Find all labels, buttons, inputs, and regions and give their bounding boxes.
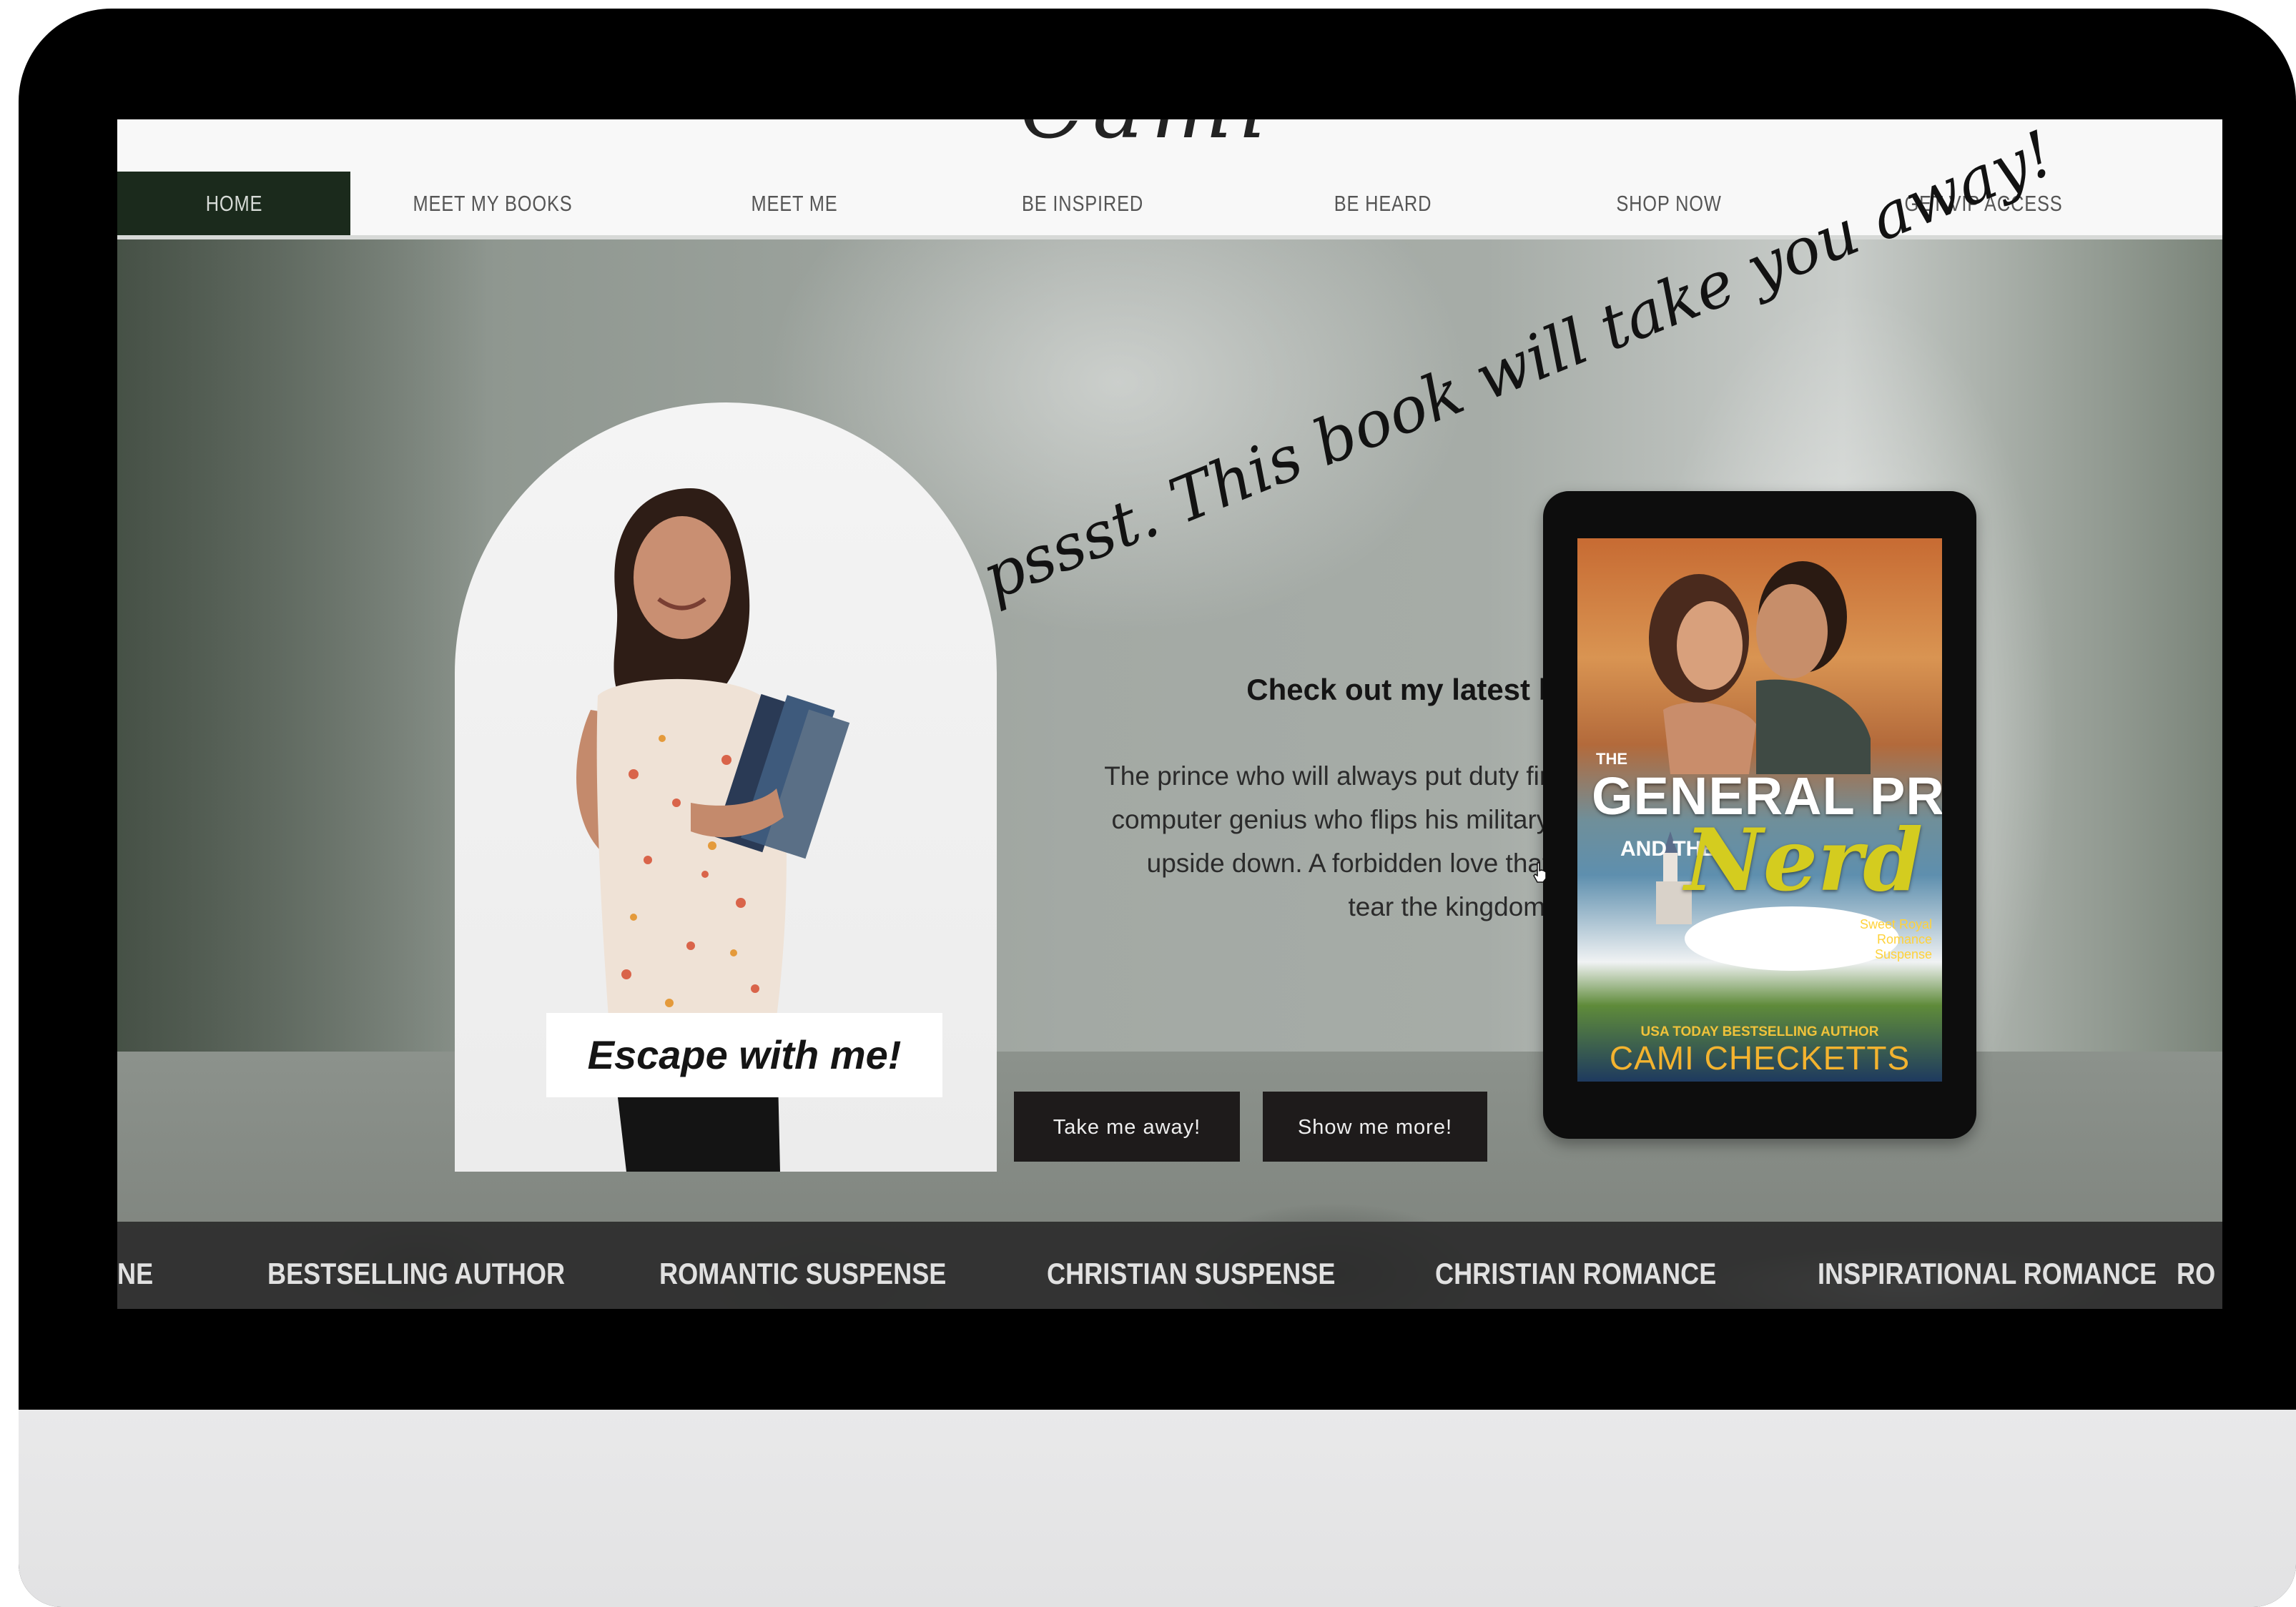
genre-item: NE — [117, 1257, 154, 1290]
hand-cursor-icon — [1533, 862, 1547, 883]
genre-item: BESTSELLING AUTHOR — [267, 1257, 566, 1290]
tablet-mockup: THE GENERAL PRINCE AND THE Nerd Sweet Ro… — [1543, 491, 1976, 1139]
genre-item: CHRISTIAN ROMANCE — [1435, 1257, 1717, 1290]
cover-author-name: CAMI CHECKETTS — [1609, 1039, 1911, 1077]
cover-title-line2: Nerd — [1685, 810, 1923, 911]
nav-item-meet-me[interactable]: MEET ME — [733, 172, 856, 235]
book-cover[interactable]: THE GENERAL PRINCE AND THE Nerd Sweet Ro… — [1577, 538, 1942, 1082]
cover-tagline: USA TODAY BESTSELLING AUTHOR — [1640, 1024, 1879, 1039]
book-blurb: The prince who will always put duty firs… — [1104, 761, 1620, 921]
genre-item: RO — [2177, 1257, 2216, 1290]
genre-ticker-band: NE BESTSELLING AUTHOR ROMANTIC SUSPENSE … — [117, 1222, 2222, 1309]
genre-item: INSPIRATIONAL ROMANCE — [1818, 1257, 2157, 1290]
nav-item-shop-now[interactable]: SHOP NOW — [1605, 172, 1733, 235]
website-screen: Cami Checketts HOME MEET MY BOOKS MEET M… — [117, 119, 2222, 1309]
cover-series-name: Sweet Royal Romance Suspense — [1859, 917, 1932, 961]
show-me-more-button[interactable]: Show me more! — [1263, 1092, 1487, 1162]
monitor-frame: Cami Checketts HOME MEET MY BOOKS MEET M… — [19, 9, 2296, 1607]
genre-item: CHRISTIAN SUSPENSE — [1047, 1257, 1336, 1290]
take-me-away-button[interactable]: Take me away! — [1014, 1092, 1240, 1162]
nav-item-be-inspired[interactable]: BE INSPIRED — [1012, 172, 1153, 235]
nav-item-be-heard[interactable]: BE HEARD — [1321, 172, 1444, 235]
site-logo[interactable]: Cami Checketts — [875, 119, 1419, 148]
genre-item: ROMANTIC SUSPENSE — [659, 1257, 947, 1290]
photo-caption-banner: Escape with me! — [546, 1013, 942, 1097]
hero-section: Escape with me! pssst. This book will ta… — [117, 119, 2222, 1309]
nav-item-home[interactable]: HOME — [117, 172, 350, 235]
monitor-chin — [19, 1410, 2296, 1607]
nav-item-meet-my-books[interactable]: MEET MY BOOKS — [408, 172, 578, 235]
